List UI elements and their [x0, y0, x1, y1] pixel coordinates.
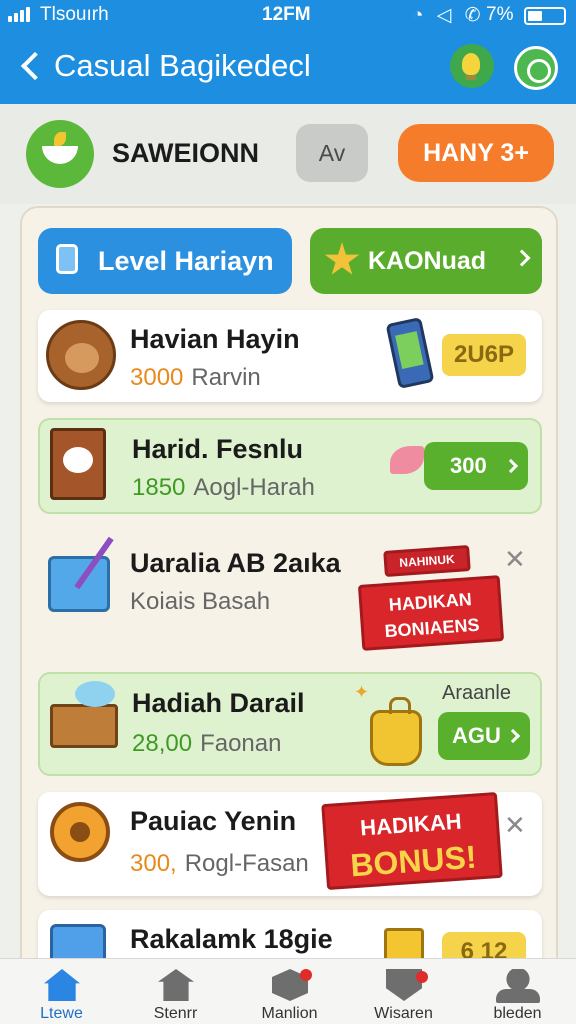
- list-item[interactable]: Hadiah Darail 28,00 Faonan ✦ Araanle AGU: [38, 672, 542, 776]
- status-icons: ◔ ◁ ✆: [412, 5, 485, 26]
- bonus-banner[interactable]: HADIKAN BONIAENS: [357, 575, 505, 651]
- item-title: Harid. Fesnlu: [132, 434, 304, 464]
- tab-bonus[interactable]: KAONuad: [310, 228, 542, 294]
- bonus-banner[interactable]: HADIKAH BONUS!: [321, 791, 503, 891]
- item-title: Rakalamk 18gie: [130, 924, 333, 954]
- av-button[interactable]: Av: [296, 124, 368, 182]
- item-title: Hadiah Darail: [132, 688, 305, 718]
- gift-icon: [384, 928, 424, 962]
- nav-mission[interactable]: Manlion: [232, 959, 347, 1024]
- treasure-bag-icon: [370, 697, 422, 766]
- item-value: 3000: [130, 364, 184, 391]
- tab-level[interactable]: Level Hariayn: [38, 228, 292, 294]
- mailbox-icon: [50, 428, 106, 500]
- app-bar: Casual Bagikedecl: [0, 36, 576, 100]
- carrier-name: Tlsouırh: [40, 4, 109, 25]
- claim-button-label: 300: [450, 453, 487, 478]
- nav-profile[interactable]: bleden: [460, 959, 575, 1024]
- chevron-right-icon: [513, 249, 531, 267]
- nav-store-label: Stenrr: [153, 1005, 198, 1022]
- item-value: 300,: [130, 850, 177, 877]
- chevron-right-icon: [503, 458, 519, 474]
- game-board-icon: [48, 556, 110, 612]
- star-icon: [324, 242, 360, 275]
- item-subtitle: 1850 Aogl-Harah: [132, 474, 315, 502]
- hint-bulb-icon[interactable]: [450, 44, 494, 88]
- reward-badge: 2U6P: [442, 334, 526, 376]
- level-icon: [56, 244, 78, 274]
- battery-icon: [524, 7, 566, 25]
- reward-panel: Level Hariayn KAONuad Havian Hayin 3000 R…: [20, 206, 558, 976]
- item-title: Pauiac Yenin: [130, 806, 297, 836]
- phone-icon: [385, 316, 435, 390]
- wheel-icon: [50, 802, 110, 862]
- nav-rewards[interactable]: Wisaren: [346, 959, 461, 1024]
- item-title: Uaralia AB 2aıka: [130, 548, 341, 578]
- tab-level-label: Level Hariayn: [98, 246, 274, 276]
- close-icon[interactable]: ✕: [504, 544, 526, 575]
- item-value: 1850: [132, 474, 186, 501]
- home-icon: [44, 969, 80, 1001]
- nav-profile-label: bleden: [493, 1005, 542, 1022]
- item-subtitle: 28,00 Faonan: [132, 730, 281, 758]
- nav-home-label: Ltewe: [40, 1005, 83, 1022]
- close-icon[interactable]: ✕: [504, 810, 526, 841]
- item-value: 28,00: [132, 730, 193, 757]
- settings-icon[interactable]: [514, 46, 558, 90]
- claim-button-label: AGU: [452, 723, 501, 748]
- many-button[interactable]: HANY 3+: [398, 124, 554, 182]
- item-desc: Aogl-Harah: [193, 474, 315, 501]
- item-desc: Rarvin: [191, 364, 261, 391]
- back-button[interactable]: [16, 46, 46, 86]
- item-subtitle: 300, Rogl-Fasan: [130, 850, 309, 878]
- list-item[interactable]: Harid. Fesnlu 1850 Aogl-Harah 300: [38, 418, 542, 514]
- item-subtitle: 3000 Rarvin: [130, 364, 261, 392]
- status-bar: Tlsouırh 12FM ◔ ◁ ✆ 7%: [0, 0, 576, 30]
- notification-dot: [300, 969, 312, 981]
- claim-button[interactable]: AGU: [438, 712, 530, 760]
- tab-bonus-label: KAONuad: [368, 247, 487, 275]
- item-title: Havian Hayin: [130, 324, 300, 354]
- character-face-icon: [46, 320, 116, 390]
- list-item[interactable]: Havian Hayin 3000 Rarvin 2U6P: [38, 310, 542, 402]
- bottom-nav: Ltewe Stenrr Manlion Wisaren bleden: [0, 958, 576, 1024]
- chevron-right-icon: [505, 728, 521, 744]
- nav-store[interactable]: Stenrr: [118, 959, 233, 1024]
- store-icon: [158, 969, 194, 1001]
- top-bar: Tlsouırh 12FM ◔ ◁ ✆ 7% Casual Bagikedecl: [0, 0, 576, 104]
- item-desc: Koiais Basah: [130, 588, 271, 615]
- list-item[interactable]: Uaralia AB 2aıka Koiais Basah NAHINUK HA…: [38, 534, 542, 654]
- profile-icon-body: [496, 989, 540, 1003]
- claim-button[interactable]: 300: [424, 442, 528, 490]
- notification-dot: [416, 971, 428, 983]
- avatar[interactable]: [26, 120, 94, 188]
- app-title: Casual Bagikedecl: [54, 48, 311, 83]
- signal-icon: [8, 6, 30, 22]
- nav-mission-label: Manlion: [261, 1005, 318, 1022]
- item-tag: Araanle: [442, 682, 511, 704]
- player-name: SAWEIONN: [112, 138, 260, 168]
- workbench-icon: [50, 681, 118, 748]
- sparkle-icon: ✦: [354, 682, 370, 702]
- feather-icon: [390, 446, 424, 474]
- item-desc: Faonan: [200, 730, 282, 757]
- status-time: 12FM: [262, 4, 311, 25]
- nav-rewards-label: Wisaren: [374, 1005, 433, 1022]
- battery-percent: 7%: [486, 4, 514, 25]
- item-desc: Rogl-Fasan: [184, 850, 309, 877]
- bonus-banner-tag: NAHINUK: [383, 545, 471, 577]
- nav-home[interactable]: Ltewe: [4, 959, 119, 1024]
- player-header: SAWEIONN Av HANY 3+: [0, 104, 576, 204]
- list-item[interactable]: Pauiac Yenin 300, Rogl-Fasan HADIKAH BONU…: [38, 791, 542, 896]
